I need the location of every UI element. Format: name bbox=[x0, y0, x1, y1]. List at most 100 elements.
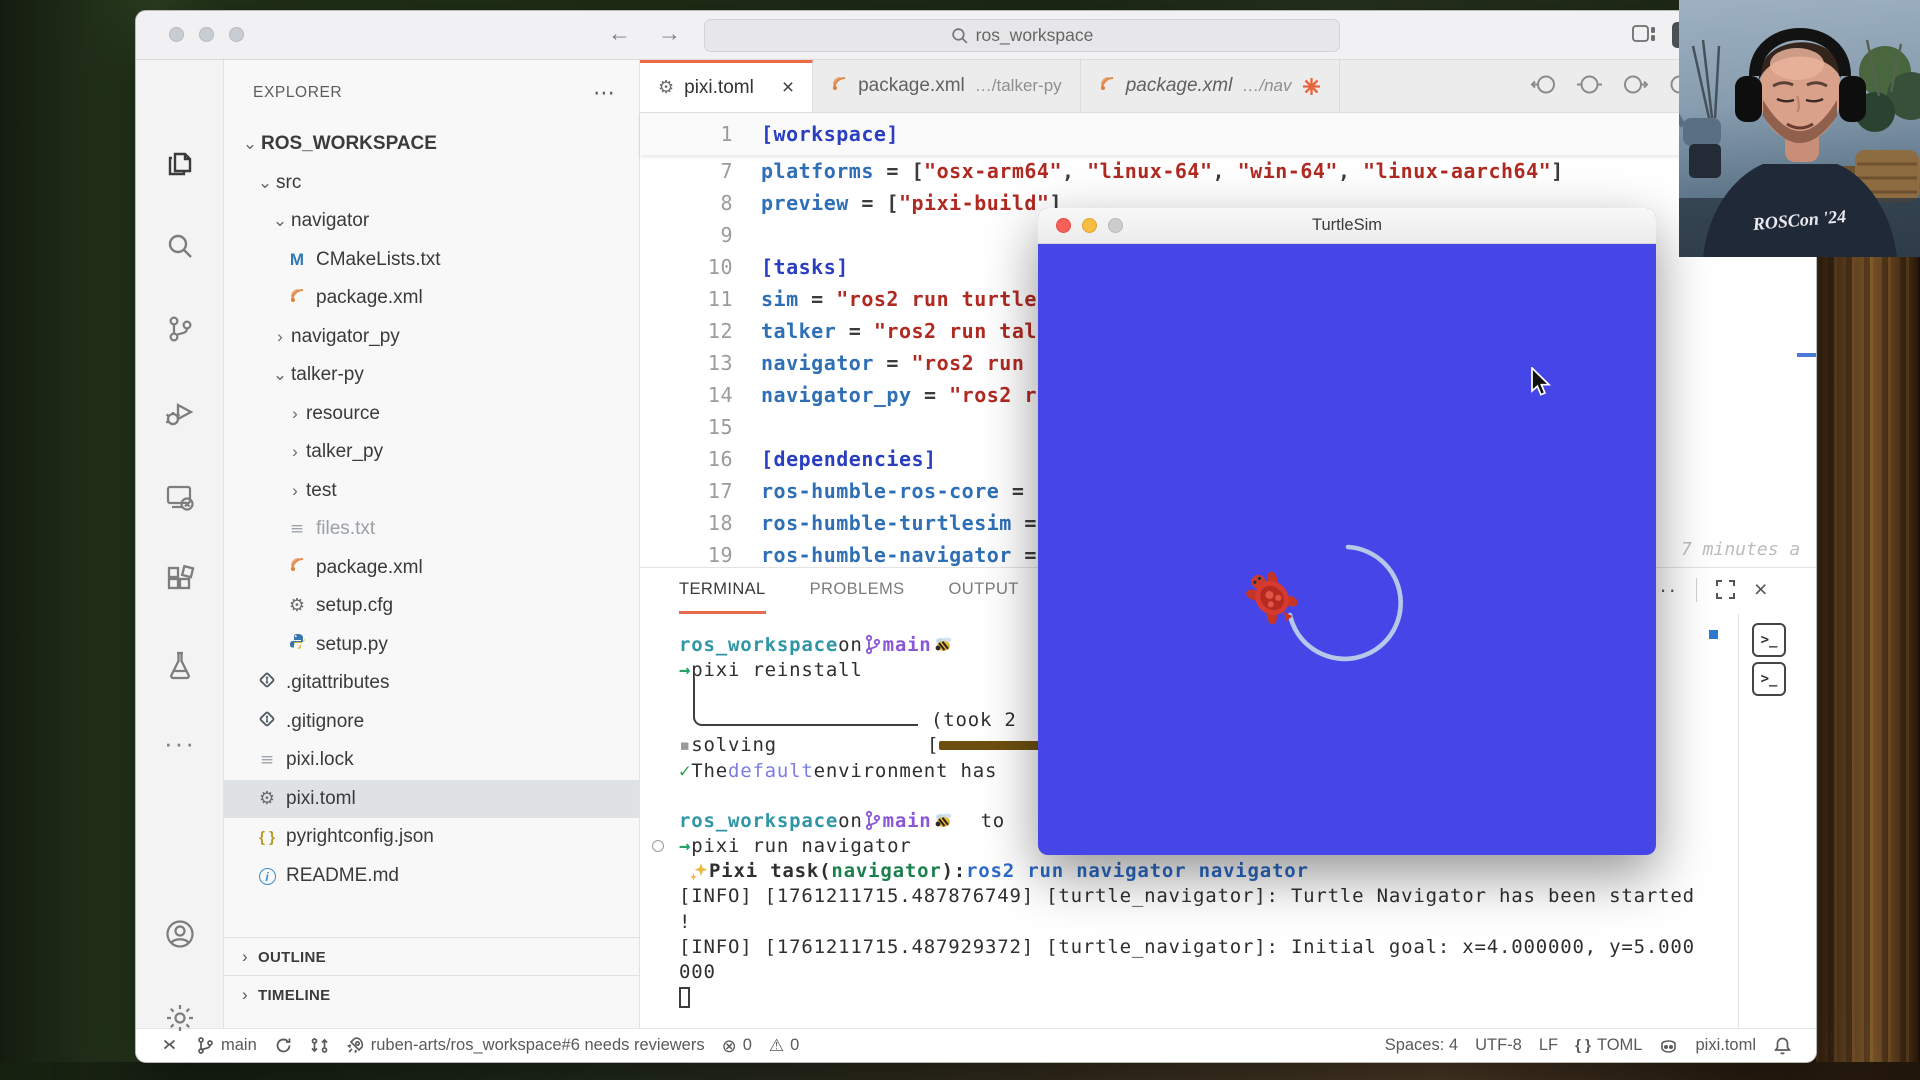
tree-item-src[interactable]: ⌄src bbox=[224, 164, 639, 203]
line-number: 1 bbox=[640, 122, 733, 146]
tree-item-files-txt[interactable]: ≡files.txt bbox=[224, 510, 639, 549]
chevron-down-icon: ⌄ bbox=[269, 365, 291, 385]
terminal-line-13: 000 bbox=[679, 959, 1816, 984]
testing-icon[interactable] bbox=[164, 649, 196, 681]
remote-explorer-icon[interactable] bbox=[164, 481, 196, 513]
extensions-icon[interactable] bbox=[164, 565, 196, 597]
tree-item-package-xml[interactable]: package.xml bbox=[224, 549, 639, 588]
gear-file-icon: ⚙ bbox=[284, 595, 310, 617]
tree-item-setup-cfg[interactable]: ⚙setup.cfg bbox=[224, 587, 639, 626]
compare-icon bbox=[310, 1036, 329, 1055]
circle-arrow-left-icon[interactable] bbox=[1530, 70, 1559, 99]
tab-terminal[interactable]: TERMINAL bbox=[679, 580, 766, 614]
account-icon[interactable] bbox=[164, 918, 196, 950]
tree-item-navigator-py[interactable]: ›navigator_py bbox=[224, 318, 639, 357]
tree-item-test[interactable]: ›test bbox=[224, 472, 639, 511]
turtlesim-titlebar[interactable]: TurtleSim bbox=[1038, 208, 1656, 244]
command-center[interactable]: ros_workspace bbox=[704, 19, 1340, 52]
tree-item-pixi-toml[interactable]: ⚙pixi.toml bbox=[224, 780, 639, 819]
statusbar-label: ruben-arts/ros_workspace#6 needs reviewe… bbox=[371, 1036, 705, 1055]
explorer-icon[interactable] bbox=[164, 148, 196, 180]
source-control-icon[interactable] bbox=[164, 313, 196, 345]
search-icon[interactable] bbox=[164, 230, 196, 262]
statusbar-right-lf[interactable]: LF bbox=[1539, 1036, 1558, 1055]
explorer-more-icon[interactable]: ⋯ bbox=[593, 80, 615, 106]
statusbar-left-0[interactable]: ⚠0 bbox=[769, 1036, 799, 1055]
tree-item-pyrightconfig-json[interactable]: { }pyrightconfig.json bbox=[224, 818, 639, 857]
bell-icon bbox=[1773, 1036, 1792, 1055]
command-decoration-icon[interactable] bbox=[652, 840, 664, 852]
statusbar-right-bell[interactable] bbox=[1773, 1036, 1792, 1055]
tree-item-talker-py[interactable]: ⌄talker-py bbox=[224, 356, 639, 395]
terminal-line-9: Pixi task (navigator): ros2 run navigato… bbox=[679, 859, 1816, 884]
tree-item-label: pixi.lock bbox=[286, 749, 354, 771]
close-icon[interactable]: × bbox=[782, 76, 794, 100]
tree-item-ros-workspace[interactable]: ⌄ROS_WORKSPACE bbox=[224, 125, 639, 164]
statusbar-right-copilot[interactable] bbox=[1659, 1036, 1678, 1055]
xml-file-icon bbox=[284, 287, 310, 310]
gear-file-icon: ⚙ bbox=[254, 788, 280, 810]
txt-file-icon: ≡ bbox=[254, 749, 280, 771]
statusbar-left-ruben-arts-ros-workspace#6-n[interactable]: ruben-arts/ros_workspace#6 needs reviewe… bbox=[346, 1036, 705, 1055]
maximize-icon[interactable] bbox=[1715, 579, 1736, 600]
close-icon[interactable]: × bbox=[1754, 576, 1767, 603]
statusbar-left-main[interactable]: main bbox=[196, 1036, 257, 1055]
wallpaper-bottom bbox=[0, 1062, 1920, 1080]
close-button[interactable] bbox=[169, 27, 184, 42]
chevron-right-icon: › bbox=[269, 327, 291, 347]
turtlesim-window[interactable]: TurtleSim bbox=[1038, 208, 1656, 855]
sidebar-section-outline[interactable]: › OUTLINE bbox=[224, 937, 639, 976]
terminal-instance-2[interactable]: >_ bbox=[1752, 662, 1786, 696]
gear-file-icon: ⚙ bbox=[658, 77, 674, 99]
tree-item-readme-md[interactable]: iREADME.md bbox=[224, 857, 639, 896]
tree-item--gitattributes[interactable]: .gitattributes bbox=[224, 664, 639, 703]
circle-dash-icon[interactable] bbox=[1575, 70, 1604, 99]
terminal-instance-1[interactable]: >_ bbox=[1752, 623, 1786, 657]
tree-item-resource[interactable]: ›resource bbox=[224, 395, 639, 434]
minimize-button[interactable] bbox=[1082, 218, 1097, 233]
editor-tab-pixi.toml[interactable]: ⚙pixi.toml× bbox=[640, 60, 813, 112]
tree-item-cmakelists-txt[interactable]: MCMakeLists.txt bbox=[224, 241, 639, 280]
back-arrow-icon[interactable]: ← bbox=[608, 20, 631, 47]
forward-arrow-icon[interactable]: → bbox=[658, 20, 681, 47]
tab-output[interactable]: OUTPUT bbox=[949, 580, 1019, 614]
editor-tab-package.xml-1[interactable]: package.xml…/talker-py bbox=[813, 60, 1081, 112]
settings-gear-icon[interactable] bbox=[164, 1002, 196, 1034]
tree-item-navigator[interactable]: ⌄navigator bbox=[224, 202, 639, 241]
sidebar-section-timeline[interactable]: › TIMELINE bbox=[224, 975, 639, 1014]
tree-item-label: navigator bbox=[291, 210, 369, 232]
terminal-line-14 bbox=[679, 985, 1816, 1010]
circle-arrow-right-icon[interactable] bbox=[1620, 70, 1649, 99]
statusbar-right-utf-8[interactable]: UTF-8 bbox=[1475, 1036, 1522, 1055]
statusbar-left-remote[interactable] bbox=[160, 1036, 179, 1055]
statusbar-right-toml[interactable]: { }TOML bbox=[1575, 1036, 1642, 1055]
plant-left bbox=[1679, 40, 1721, 178]
editor-tab-package.xml-2[interactable]: package.xml…/nav bbox=[1081, 60, 1340, 112]
xml-file-icon bbox=[831, 75, 848, 98]
tree-item-pixi-lock[interactable]: ≡ pixi.lock bbox=[224, 741, 639, 780]
statusbar-right-pixi-toml[interactable]: pixi.toml bbox=[1695, 1036, 1756, 1055]
close-button[interactable] bbox=[1056, 218, 1071, 233]
zoom-button[interactable] bbox=[229, 27, 244, 42]
cmake-file-icon: M bbox=[284, 249, 310, 271]
zoom-button[interactable] bbox=[1108, 218, 1123, 233]
tree-item-setup-py[interactable]: setup.py bbox=[224, 626, 639, 665]
statusbar-right-spaces-4[interactable]: Spaces: 4 bbox=[1385, 1036, 1458, 1055]
more-icon[interactable]: ··· bbox=[164, 728, 196, 760]
turtle-trail bbox=[1290, 547, 1401, 659]
tree-item-talker-py[interactable]: ›talker_py bbox=[224, 433, 639, 472]
tree-item-label: package.xml bbox=[316, 557, 423, 579]
tab-problems[interactable]: PROBLEMS bbox=[810, 580, 905, 614]
tree-item-package-xml[interactable]: package.xml bbox=[224, 279, 639, 318]
statusbar-left-0[interactable]: ⊗0 bbox=[722, 1036, 752, 1055]
txt-file-icon: ≡ bbox=[284, 518, 310, 540]
run-debug-icon[interactable] bbox=[164, 397, 196, 429]
minimize-button[interactable] bbox=[199, 27, 214, 42]
statusbar-left-sync[interactable] bbox=[274, 1036, 293, 1055]
statusbar-left-compare[interactable] bbox=[310, 1036, 329, 1055]
tree-item-label: navigator_py bbox=[291, 326, 400, 348]
explorer-header: EXPLORER bbox=[253, 84, 342, 102]
layout-icon[interactable] bbox=[1632, 25, 1656, 44]
tree-item--gitignore[interactable]: .gitignore bbox=[224, 703, 639, 742]
tree-item-label: talker-py bbox=[291, 364, 364, 386]
